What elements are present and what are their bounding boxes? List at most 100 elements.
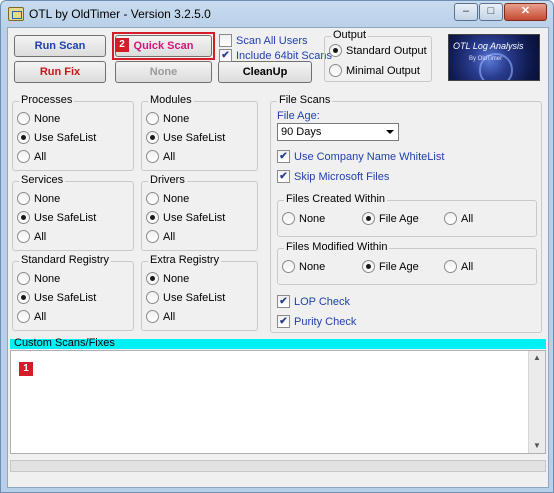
std-registry-all-option[interactable]: All: [17, 310, 46, 323]
option-label: None: [34, 272, 61, 285]
maximize-button[interactable]: □: [479, 3, 503, 21]
radio[interactable]: [146, 230, 159, 243]
radio[interactable]: [146, 291, 159, 304]
run-fix-button[interactable]: Run Fix: [14, 61, 106, 83]
output-standard-radio[interactable]: [329, 44, 342, 57]
processes-none-option[interactable]: None: [17, 112, 60, 125]
radio[interactable]: [444, 212, 457, 225]
scan-all-users-option[interactable]: Scan All Users: [219, 34, 308, 47]
services-group: Services None Use SafeList All: [12, 174, 134, 251]
drivers-all-option[interactable]: All: [146, 230, 175, 243]
output-minimal-radio[interactable]: [329, 64, 342, 77]
radio[interactable]: [17, 211, 30, 224]
include-64bit-checkbox[interactable]: [219, 49, 232, 62]
option-label: None: [163, 272, 190, 285]
radio[interactable]: [17, 150, 30, 163]
processes-all-option[interactable]: All: [17, 150, 46, 163]
purity-check-option[interactable]: Purity Check: [277, 315, 356, 328]
created-none-option[interactable]: None: [282, 212, 325, 225]
scan-all-users-checkbox[interactable]: [219, 34, 232, 47]
std-registry-none-option[interactable]: None: [17, 272, 60, 285]
radio[interactable]: [17, 272, 30, 285]
modules-none-option[interactable]: None: [146, 112, 189, 125]
file-age-label: File Age:: [277, 110, 320, 122]
radio[interactable]: [17, 310, 30, 323]
skip-microsoft-option[interactable]: Skip Microsoft Files: [277, 170, 389, 183]
radio[interactable]: [282, 212, 295, 225]
file-age-select[interactable]: 90 Days: [277, 123, 399, 141]
company-whitelist-option[interactable]: Use Company Name WhiteList: [277, 150, 444, 163]
extra-registry-all-option[interactable]: All: [146, 310, 175, 323]
lop-check-option[interactable]: LOP Check: [277, 295, 350, 308]
purity-check-checkbox[interactable]: [277, 315, 290, 328]
run-scan-button[interactable]: Run Scan: [14, 35, 106, 57]
extra-registry-label: Extra Registry: [148, 254, 222, 266]
output-group-label: Output: [331, 29, 369, 41]
drivers-safelist-option[interactable]: Use SafeList: [146, 211, 225, 224]
created-all-option[interactable]: All: [444, 212, 473, 225]
close-button[interactable]: ✕: [504, 3, 547, 21]
custom-scans-textarea[interactable]: 1 ▲ ▼: [10, 350, 546, 454]
radio[interactable]: [17, 192, 30, 205]
output-standard-option[interactable]: Standard Output: [329, 44, 427, 57]
vertical-scrollbar[interactable]: ▲ ▼: [528, 351, 545, 453]
lop-check-checkbox[interactable]: [277, 295, 290, 308]
radio[interactable]: [146, 150, 159, 163]
skip-microsoft-checkbox[interactable]: [277, 170, 290, 183]
radio[interactable]: [17, 291, 30, 304]
option-label: Use SafeList: [163, 131, 226, 144]
radio[interactable]: [146, 112, 159, 125]
modules-all-option[interactable]: All: [146, 150, 175, 163]
minimize-button[interactable]: –: [454, 3, 478, 21]
title-bar[interactable]: OTL by OldTimer - Version 3.2.5.0 – □ ✕: [1, 1, 553, 27]
extra-registry-none-option[interactable]: None: [146, 272, 189, 285]
processes-safelist-option[interactable]: Use SafeList: [17, 131, 96, 144]
services-none-option[interactable]: None: [17, 192, 60, 205]
radio[interactable]: [362, 212, 375, 225]
modified-fileage-option[interactable]: File Age: [362, 260, 419, 273]
radio[interactable]: [146, 272, 159, 285]
output-standard-label: Standard Output: [346, 44, 427, 57]
output-minimal-option[interactable]: Minimal Output: [329, 64, 420, 77]
radio[interactable]: [282, 260, 295, 273]
option-label: Use SafeList: [163, 211, 226, 224]
services-all-option[interactable]: All: [17, 230, 46, 243]
scroll-down-icon[interactable]: ▼: [531, 439, 543, 453]
modules-safelist-option[interactable]: Use SafeList: [146, 131, 225, 144]
drivers-none-option[interactable]: None: [146, 192, 189, 205]
none-button[interactable]: None: [115, 61, 212, 83]
option-label: None: [34, 192, 61, 205]
radio[interactable]: [146, 310, 159, 323]
processes-label: Processes: [19, 94, 75, 106]
purity-check-label: Purity Check: [294, 315, 357, 328]
radio[interactable]: [146, 192, 159, 205]
include-64bit-option[interactable]: Include 64bit Scans: [219, 49, 332, 62]
option-label: All: [163, 150, 176, 163]
radio[interactable]: [17, 230, 30, 243]
radio[interactable]: [17, 112, 30, 125]
extra-registry-safelist-option[interactable]: Use SafeList: [146, 291, 225, 304]
custom-scans-label: Custom Scans/Fixes: [14, 337, 115, 349]
cleanup-button[interactable]: CleanUp: [218, 61, 312, 83]
radio[interactable]: [362, 260, 375, 273]
modified-none-option[interactable]: None: [282, 260, 325, 273]
company-whitelist-checkbox[interactable]: [277, 150, 290, 163]
radio[interactable]: [146, 131, 159, 144]
services-safelist-option[interactable]: Use SafeList: [17, 211, 96, 224]
radio[interactable]: [17, 131, 30, 144]
scroll-up-icon[interactable]: ▲: [531, 351, 543, 365]
created-fileage-option[interactable]: File Age: [362, 212, 419, 225]
option-label: File Age: [379, 212, 419, 225]
files-modified-label: Files Modified Within: [284, 241, 390, 253]
quick-scan-button[interactable]: Quick Scan: [115, 35, 212, 57]
radio[interactable]: [146, 211, 159, 224]
processes-group: Processes None Use SafeList All: [12, 94, 134, 171]
standard-registry-group: Standard Registry None Use SafeList All: [12, 254, 134, 331]
option-label: File Age: [379, 260, 419, 273]
company-whitelist-label: Use Company Name WhiteList: [294, 150, 445, 163]
radio[interactable]: [444, 260, 457, 273]
modified-all-option[interactable]: All: [444, 260, 473, 273]
services-label: Services: [19, 174, 66, 186]
dropdown-arrow-icon: [386, 130, 394, 134]
std-registry-safelist-option[interactable]: Use SafeList: [17, 291, 96, 304]
